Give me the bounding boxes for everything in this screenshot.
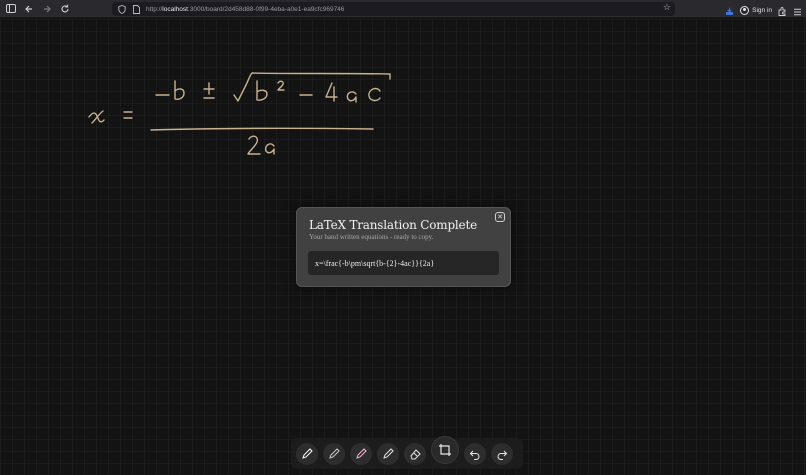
sign-in-button[interactable]: Sign in (740, 6, 772, 15)
stroke-4 (325, 82, 338, 102)
pen-light-icon[interactable] (377, 442, 399, 465)
stroke-denom-2 (247, 135, 261, 155)
account-icon (740, 6, 750, 15)
account-sync-icon[interactable] (725, 1, 734, 20)
latex-result-dialog: ✕ LaTeX Translation Complete Your hand w… (296, 207, 511, 287)
crop-icon[interactable] (431, 435, 459, 464)
back-icon[interactable] (21, 1, 37, 17)
browser-right-group: Sign in (725, 1, 802, 20)
stroke-a (346, 91, 357, 103)
sidebar-icon[interactable] (3, 1, 19, 17)
menu-icon[interactable] (793, 1, 802, 20)
stroke-sup-2 (277, 80, 285, 91)
browser-nav-group (0, 1, 106, 17)
latex-output-text[interactable]: x=\frac{-b\pm\sqrt{b-{2}-4ac}}{2a} (315, 259, 434, 268)
redo-icon[interactable] (491, 442, 513, 465)
url-text[interactable]: http://localhost:3000/board/2d458d88-0f9… (146, 6, 344, 13)
sign-in-label: Sign in (752, 7, 772, 14)
drawing-toolbar (291, 435, 523, 469)
browser-toolbar: http://localhost:3000/board/2d458d88-0f9… (0, 0, 806, 18)
pen-gray-icon[interactable] (323, 442, 345, 465)
pen-white-icon[interactable] (296, 442, 318, 465)
stroke-c (368, 87, 381, 102)
address-bar[interactable]: http://localhost:3000/board/2d458d88-0f9… (112, 2, 675, 16)
pen-pink-icon[interactable] (350, 442, 372, 465)
stroke-b2 (256, 80, 268, 101)
page-info-icon[interactable] (130, 3, 142, 15)
dialog-subtitle: Your hand written equations - ready to c… (309, 233, 434, 241)
undo-icon[interactable] (464, 442, 486, 465)
shield-icon[interactable] (116, 3, 128, 15)
close-icon[interactable]: ✕ (495, 212, 505, 222)
eraser-icon[interactable] (404, 442, 426, 465)
dialog-title: LaTeX Translation Complete (309, 218, 477, 232)
latex-output-box[interactable]: x=\frac{-b\pm\sqrt{b-{2}-4ac}}{2a} (308, 251, 499, 275)
stroke-b (174, 80, 185, 100)
forward-icon[interactable] (39, 1, 55, 17)
stroke-fraction-bar (150, 127, 374, 131)
bookmark-star-icon[interactable]: ☆ (663, 3, 671, 13)
reload-icon[interactable] (57, 1, 73, 17)
stroke-denom-a (264, 143, 275, 155)
extensions-icon[interactable] (778, 1, 787, 20)
handwritten-equation (88, 72, 391, 155)
